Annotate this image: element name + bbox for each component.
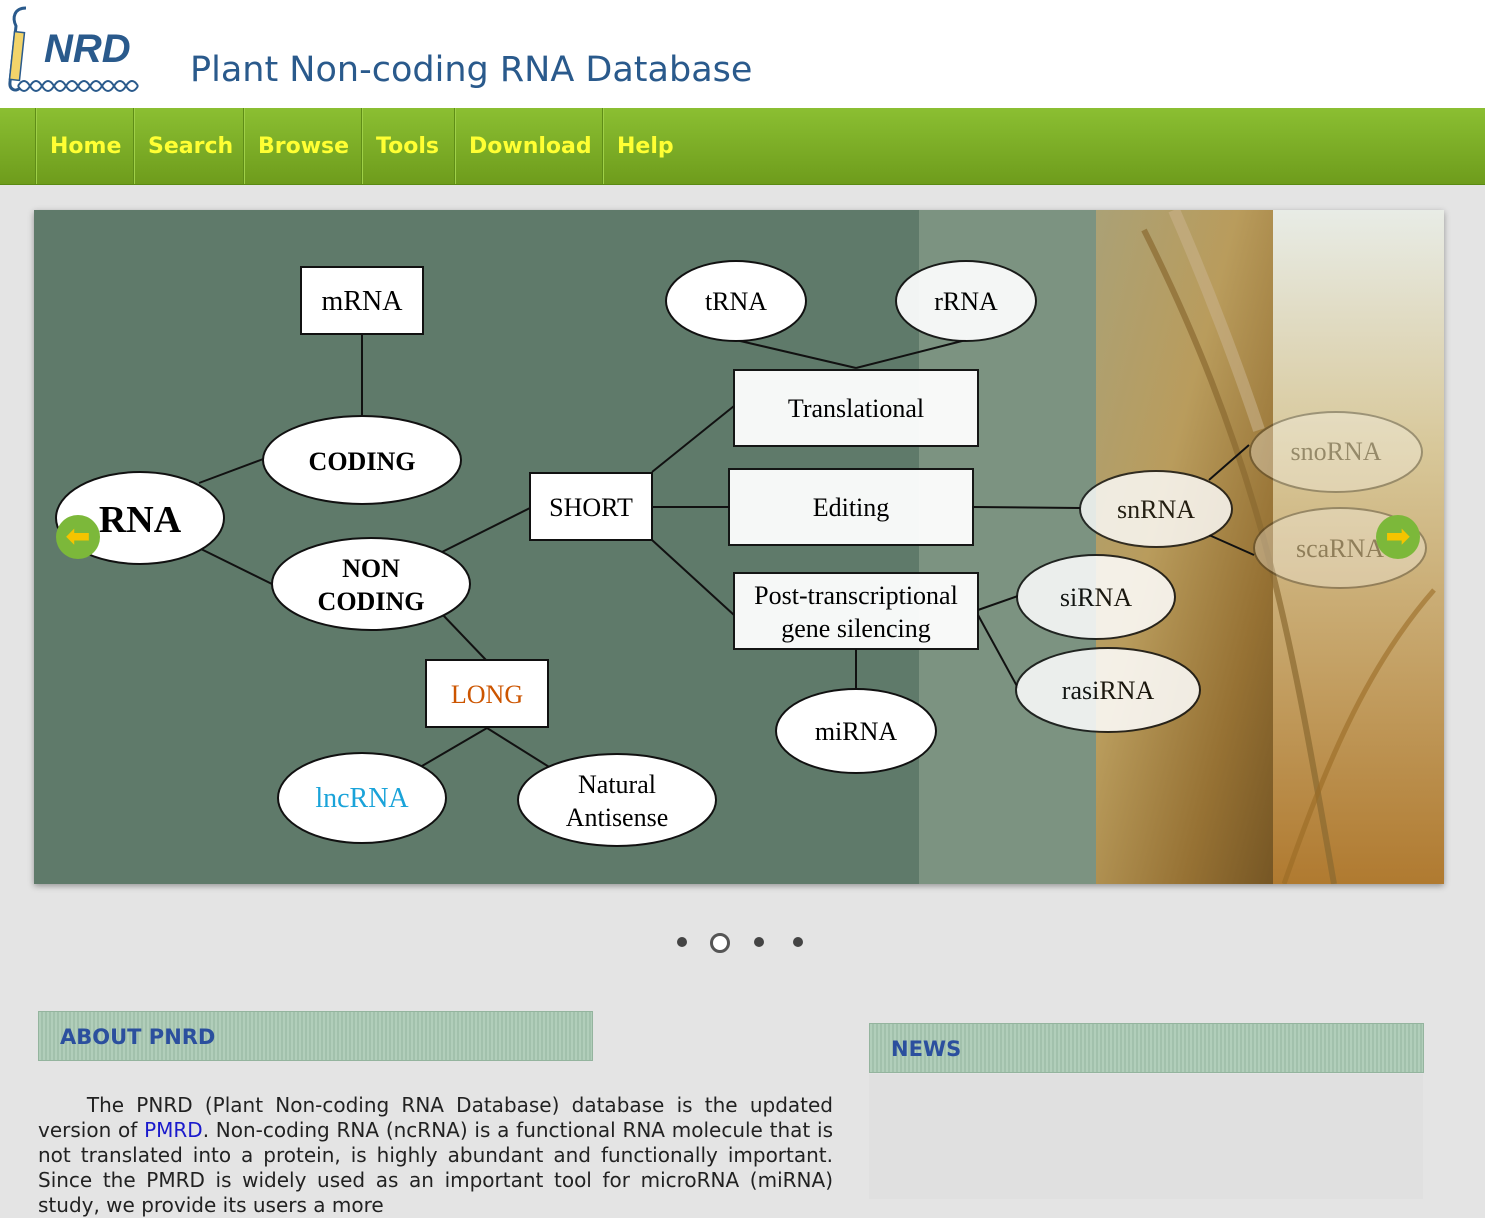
svg-text:Antisense: Antisense <box>566 803 669 832</box>
node-long: LONG <box>425 659 549 728</box>
main-nav: Home Search Browse Tools Download Help <box>0 108 1485 185</box>
svg-text:snRNA: snRNA <box>1117 495 1195 524</box>
slide-dot-4[interactable] <box>793 937 803 947</box>
about-heading: ABOUT PNRD <box>38 1011 593 1061</box>
nav-help[interactable]: Help <box>602 108 686 184</box>
logo[interactable]: NRD <box>4 4 146 96</box>
pmrd-link[interactable]: PMRD <box>144 1118 203 1142</box>
image-slider[interactable]: mRNA CODING RNA NON CODING SHORT LONG ln… <box>34 210 1444 884</box>
svg-text:siRNA: siRNA <box>1060 583 1132 612</box>
node-sirna: siRNA <box>1016 554 1176 640</box>
news-heading: NEWS <box>869 1023 1424 1073</box>
nav-browse[interactable]: Browse <box>243 108 362 184</box>
node-non-coding: NON CODING <box>271 537 471 631</box>
node-mrna: mRNA <box>300 266 424 335</box>
svg-text:gene silencing: gene silencing <box>781 614 930 643</box>
node-snorna: snoRNA <box>1249 411 1423 493</box>
svg-text:Editing: Editing <box>813 493 890 522</box>
node-rrna: rRNA <box>895 260 1037 342</box>
nav-download[interactable]: Download <box>454 108 603 184</box>
nav-home[interactable]: Home <box>35 108 134 184</box>
svg-text:RNA: RNA <box>99 499 182 541</box>
node-ptgs: Post-transcriptional gene silencing <box>733 572 979 650</box>
svg-text:rasiRNA: rasiRNA <box>1062 676 1155 705</box>
site-title: Plant Non-coding RNA Database <box>190 50 753 90</box>
svg-text:scaRNA: scaRNA <box>1296 534 1384 563</box>
logo-text: NRD <box>44 27 131 71</box>
about-text: The PNRD (Plant Non-coding RNA Database)… <box>38 1093 833 1217</box>
node-short: SHORT <box>529 472 653 541</box>
svg-text:LONG: LONG <box>451 680 523 709</box>
svg-text:miRNA: miRNA <box>815 717 898 746</box>
svg-text:NON: NON <box>342 554 400 583</box>
prev-slide-button[interactable]: ⬅ <box>56 515 100 559</box>
arrow-right-icon: ➡ <box>1385 519 1411 554</box>
node-coding: CODING <box>262 415 462 505</box>
node-lncrna: lncRNA <box>277 752 447 844</box>
arrow-left-icon: ⬅ <box>65 519 91 554</box>
slide-dot-3[interactable] <box>754 937 764 947</box>
svg-text:lncRNA: lncRNA <box>315 783 409 814</box>
node-snrna: snRNA <box>1079 470 1233 548</box>
node-trna: tRNA <box>665 260 807 342</box>
header: NRD Plant Non-coding RNA Database <box>0 0 1485 108</box>
next-slide-button[interactable]: ➡ <box>1376 515 1420 559</box>
node-translational: Translational <box>733 369 979 447</box>
svg-text:CODING: CODING <box>318 587 425 616</box>
slide-dot-2[interactable] <box>710 933 730 953</box>
svg-text:Translational: Translational <box>788 394 924 423</box>
svg-text:SHORT: SHORT <box>549 493 633 522</box>
svg-text:CODING: CODING <box>309 447 416 476</box>
svg-text:rRNA: rRNA <box>934 287 998 316</box>
svg-text:snoRNA: snoRNA <box>1290 437 1381 466</box>
nav-search[interactable]: Search <box>133 108 244 184</box>
node-mirna: miRNA <box>775 688 937 774</box>
svg-text:mRNA: mRNA <box>322 286 404 317</box>
svg-text:tRNA: tRNA <box>705 287 767 316</box>
node-editing: Editing <box>728 468 974 546</box>
node-rasirna: rasiRNA <box>1015 647 1201 733</box>
slide-dot-1[interactable] <box>677 937 687 947</box>
node-natural-antisense: Natural Antisense <box>517 753 717 847</box>
svg-text:Post-transcriptional: Post-transcriptional <box>754 581 958 610</box>
news-content <box>869 1074 1423 1199</box>
ncrna-diagram: mRNA CODING RNA NON CODING SHORT LONG ln… <box>55 210 1444 884</box>
slider-pagination <box>672 932 812 954</box>
svg-text:Natural: Natural <box>578 770 656 799</box>
nav-tools[interactable]: Tools <box>361 108 455 184</box>
